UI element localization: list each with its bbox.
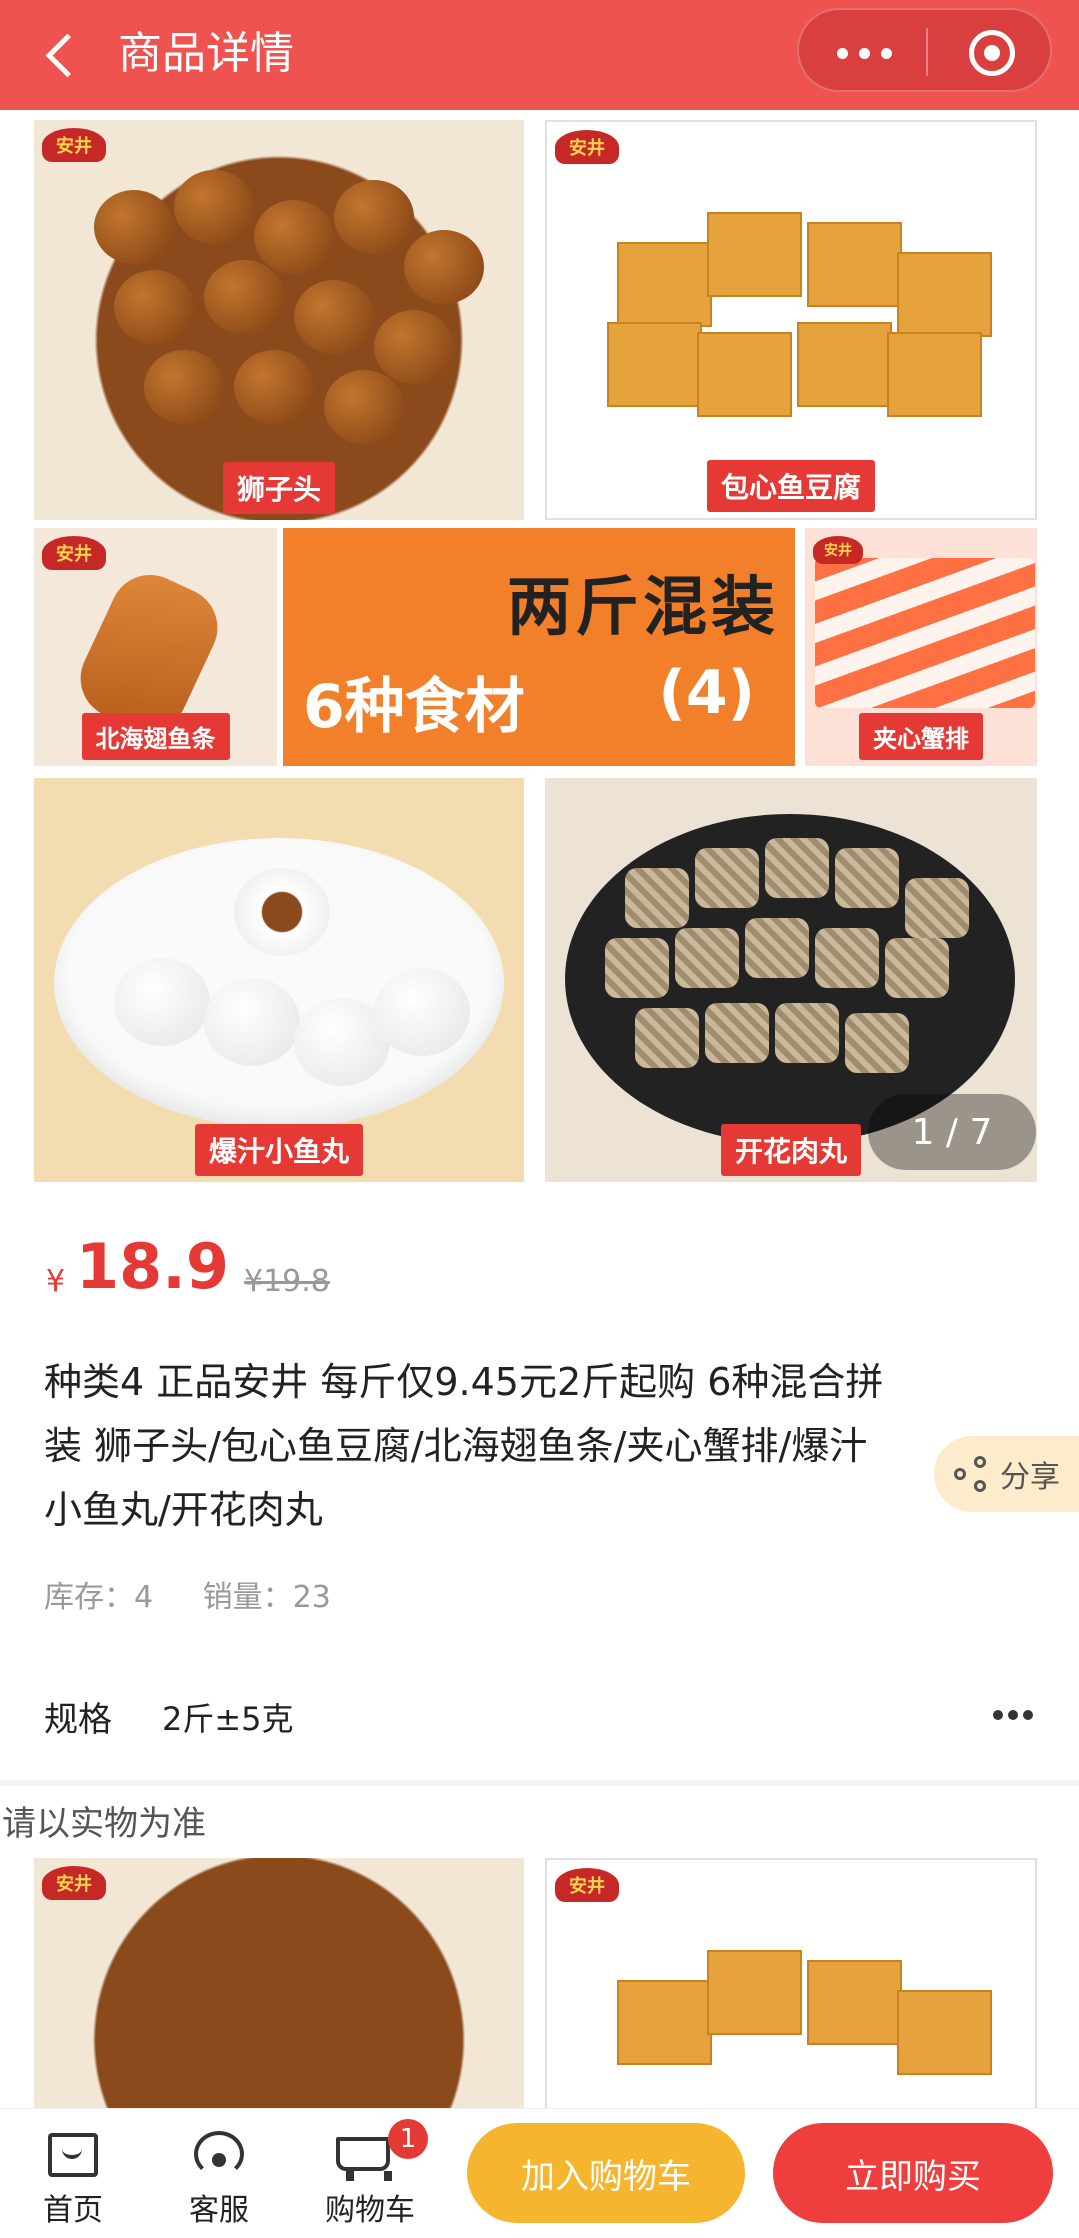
image-crab-cake: 安井 夹心蟹排 [805, 528, 1037, 766]
detail-image-fish-tofu: 安井 [545, 1858, 1037, 2108]
spec-value: 2斤±5克 [162, 1700, 294, 1738]
detail-image-lion-head: 安井 [34, 1858, 524, 2108]
bottom-action-bar: 首页 客服 1 购物车 加入购物车 立即购买 [0, 2108, 1079, 2238]
close-target-icon[interactable] [969, 30, 1015, 76]
brand-logo: 安井 [555, 130, 619, 164]
sales-count: 销量：23 [202, 1580, 331, 1615]
detail-images: 安井 安井 [0, 1858, 1079, 2108]
capsule-divider [926, 28, 928, 76]
caption: 北海翅鱼条 [81, 713, 230, 760]
disclaimer-note: 请以实物为准 [2, 1804, 206, 1844]
crab-cake-image [815, 558, 1035, 708]
image-lion-head: 安井 狮子头 [34, 120, 524, 520]
brand-logo: 安井 [555, 1868, 619, 1902]
banner-subtitle: 6种食材 [303, 672, 525, 742]
caption: 开花肉丸 [720, 1124, 862, 1176]
product-title: 种类4 正品安井 每斤仅9.45元2斤起购 6种混合拼装 狮子头/包心鱼豆腐/北… [44, 1360, 884, 1532]
share-button[interactable]: 分享 [934, 1436, 1079, 1512]
banner-title: 两斤混装 [507, 571, 779, 645]
mix-banner: 两斤混装 6种食材 (4) [283, 528, 795, 766]
share-icon [954, 1456, 988, 1492]
caption: 狮子头 [222, 462, 336, 514]
stock-count: 库存：4 [44, 1580, 154, 1615]
nav-home[interactable]: 首页 [18, 2129, 128, 2229]
nav-service-label: 客服 [189, 2193, 249, 2228]
brand-logo: 安井 [813, 536, 863, 564]
current-price: 18.9 [76, 1230, 229, 1303]
top-bar: 商品详情 [0, 0, 1079, 110]
original-price: ¥19.8 [244, 1264, 330, 1299]
back-arrow-icon[interactable] [38, 24, 88, 84]
section-divider [0, 1780, 1079, 1786]
brand-logo: 安井 [42, 536, 106, 570]
more-dots-icon[interactable] [835, 32, 895, 72]
image-fish-tofu: 安井 包心鱼豆腐 [545, 120, 1037, 520]
caption: 包心鱼豆腐 [706, 460, 876, 512]
image-fish-balls: 爆汁小鱼丸 [34, 778, 524, 1182]
caption: 爆汁小鱼丸 [194, 1124, 364, 1176]
image-fish-strip: 安井 北海翅鱼条 [34, 528, 277, 766]
page-title: 商品详情 [118, 28, 294, 79]
spec-selector[interactable]: 规格 2斤±5克 [0, 1680, 1079, 1752]
more-options-icon[interactable] [993, 1710, 1033, 1722]
nav-cart[interactable]: 1 购物车 [310, 2119, 430, 2229]
nav-customer-service[interactable]: 客服 [164, 2129, 274, 2229]
home-icon [48, 2133, 98, 2177]
caption: 夹心蟹排 [859, 713, 983, 760]
product-image-carousel[interactable]: 安井 狮子头 安井 包心鱼豆腐 安井 北海翅鱼条 两斤混装 6种食材 (4) 安… [0, 110, 1079, 1195]
buy-now-button[interactable]: 立即购买 [773, 2123, 1053, 2223]
spec-label: 规格 [44, 1700, 112, 1740]
cart-badge: 1 [388, 2119, 428, 2159]
currency-symbol: ¥ [46, 1264, 66, 1299]
brand-logo: 安井 [42, 1866, 106, 1900]
share-label: 分享 [1000, 1460, 1060, 1495]
headset-icon [194, 2131, 244, 2177]
stock-sales: 库存：4 销量：23 [44, 1572, 371, 1616]
meatballs-image [74, 160, 494, 460]
cart-icon [336, 2137, 392, 2181]
nav-home-label: 首页 [43, 2193, 103, 2228]
brand-logo: 安井 [42, 128, 106, 162]
nav-cart-label: 购物车 [325, 2193, 415, 2228]
banner-number: (4) [658, 658, 755, 728]
add-to-cart-button[interactable]: 加入购物车 [467, 2123, 745, 2223]
carousel-page-indicator: 1 / 7 [868, 1094, 1036, 1170]
mini-program-capsule [797, 8, 1052, 92]
